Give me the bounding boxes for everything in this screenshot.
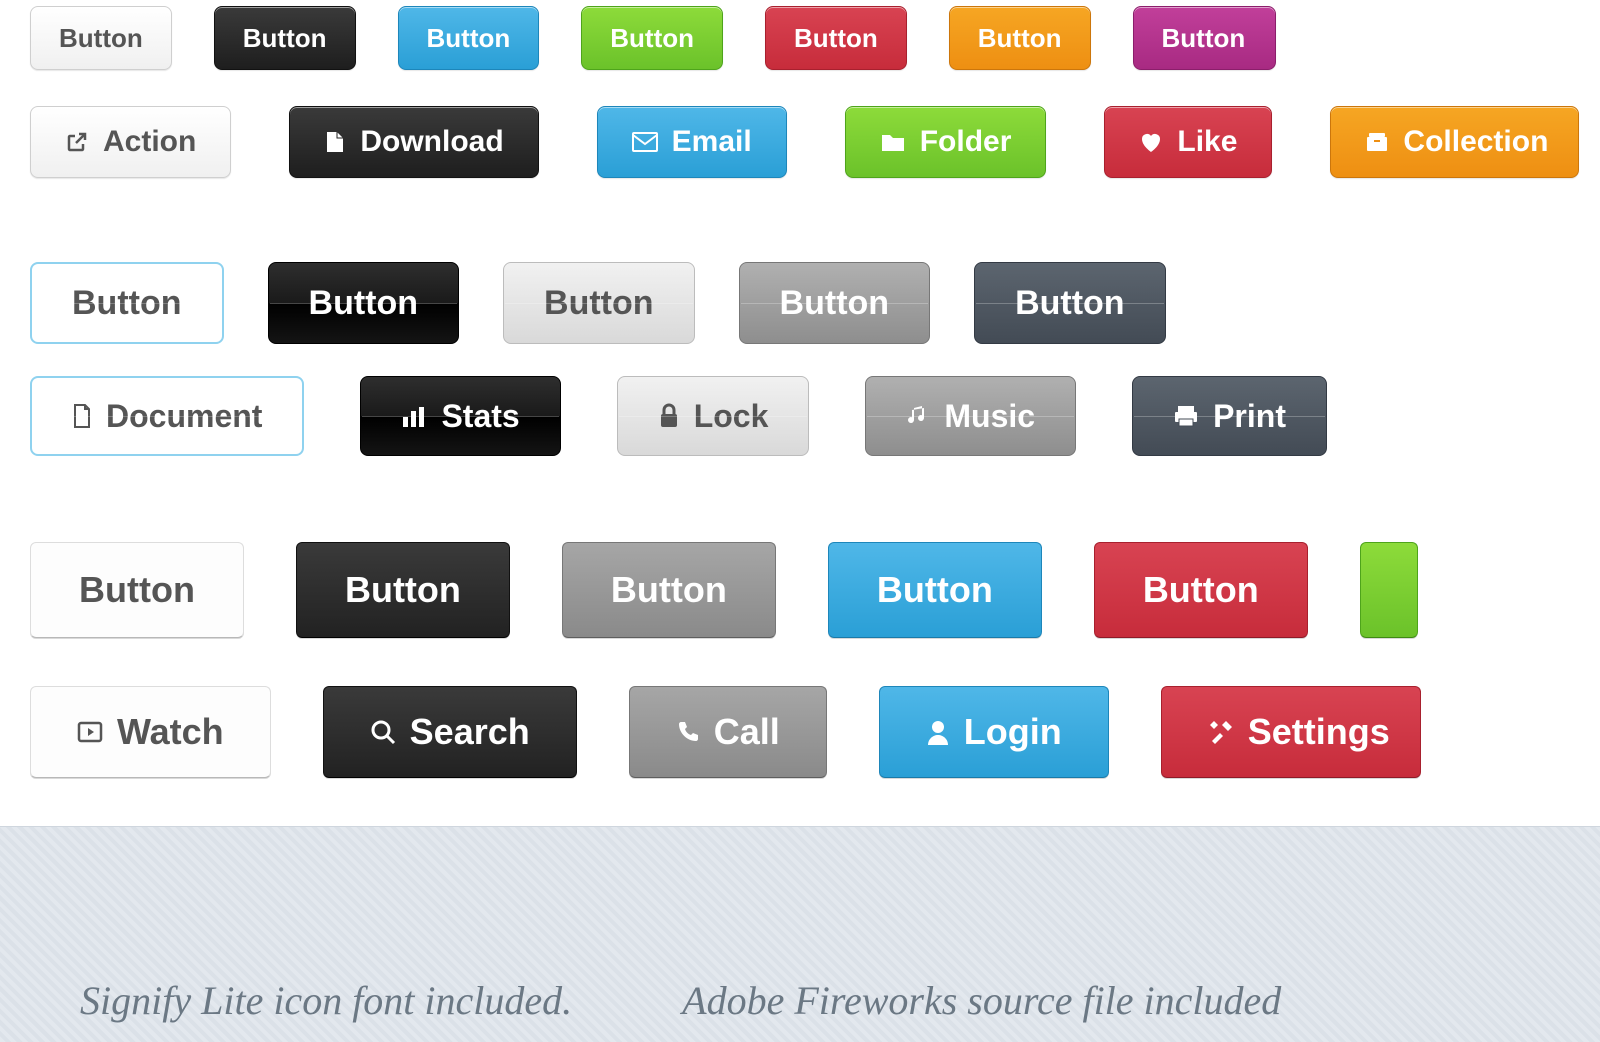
button-label: Email (672, 125, 752, 159)
shelf-blue[interactable]: Button (828, 542, 1042, 638)
watch-button[interactable]: Watch (30, 686, 271, 778)
row-shelf-icons: Watch Search Call Login Settings (30, 686, 1570, 778)
envelope-icon (632, 132, 658, 152)
row-glossy-icons: Document Stats Lock Music Print (30, 376, 1570, 456)
shelf-black[interactable]: Button (296, 542, 510, 638)
folder-button[interactable]: Folder (845, 106, 1047, 178)
button-label: Button (309, 284, 419, 323)
play-box-icon (77, 721, 103, 743)
button-label: Button (243, 23, 327, 54)
button-label: Document (106, 398, 262, 435)
button-outline[interactable]: Button (30, 262, 224, 344)
footer-text-left: Signify Lite icon font included. (80, 977, 572, 1042)
button-label: Button (79, 569, 195, 611)
external-link-icon (65, 130, 89, 154)
lock-button[interactable]: Lock (617, 376, 810, 456)
settings-button[interactable]: Settings (1161, 686, 1421, 778)
button-label: Button (1162, 23, 1246, 54)
shelf-white[interactable]: Button (30, 542, 244, 638)
login-button[interactable]: Login (879, 686, 1109, 778)
shelf-gray[interactable]: Button (562, 542, 776, 638)
search-button[interactable]: Search (323, 686, 577, 778)
document-icon (72, 403, 92, 429)
button-label: Button (1015, 284, 1125, 323)
button-label: Call (714, 711, 780, 753)
like-button[interactable]: Like (1104, 106, 1272, 178)
music-button[interactable]: Music (865, 376, 1076, 456)
button-label: Folder (920, 125, 1012, 159)
button-label: Print (1213, 398, 1286, 435)
button-label: Download (360, 125, 503, 159)
button-label: Lock (694, 398, 769, 435)
lock-icon (658, 403, 680, 429)
button-label: Button (1143, 569, 1259, 611)
call-button[interactable]: Call (629, 686, 827, 778)
button-label: Button (72, 284, 182, 323)
button-label: Stats (441, 398, 519, 435)
download-button[interactable]: Download (289, 106, 538, 178)
button-label: Like (1177, 125, 1237, 159)
phone-icon (676, 720, 700, 744)
button-label: Watch (117, 711, 224, 753)
button-blue[interactable]: Button (398, 6, 540, 70)
heart-icon (1139, 131, 1163, 153)
print-button[interactable]: Print (1132, 376, 1327, 456)
button-showcase: Button Button Button Button Button Butto… (0, 6, 1600, 778)
music-note-icon (906, 404, 930, 428)
email-button[interactable]: Email (597, 106, 787, 178)
footer-strip: Signify Lite icon font included. Adobe F… (0, 826, 1600, 1042)
button-label: Button (59, 23, 143, 54)
folder-icon (880, 131, 906, 153)
button-label: Button (345, 569, 461, 611)
button-black[interactable]: Button (214, 6, 356, 70)
collection-button[interactable]: Collection (1330, 106, 1579, 178)
search-icon (370, 719, 396, 745)
document-button[interactable]: Document (30, 376, 304, 456)
user-icon (926, 719, 950, 745)
tools-icon (1208, 719, 1234, 745)
button-gloss-black[interactable]: Button (268, 262, 460, 344)
button-silver[interactable]: Button (503, 262, 695, 344)
button-label: Action (103, 125, 196, 159)
button-label: Button (611, 569, 727, 611)
row-glossy-neutral: Button Button Button Button Button (30, 262, 1570, 344)
shelf-green[interactable] (1360, 542, 1418, 638)
button-red[interactable]: Button (765, 6, 907, 70)
shelf-red[interactable]: Button (1094, 542, 1308, 638)
button-label: Button (544, 284, 654, 323)
button-gray[interactable]: Button (739, 262, 931, 344)
button-label: Collection (1403, 125, 1548, 159)
button-orange[interactable]: Button (949, 6, 1091, 70)
button-label: Button (610, 23, 694, 54)
button-label: Search (410, 711, 530, 753)
file-icon (324, 130, 346, 154)
button-label: Music (944, 398, 1035, 435)
button-slate[interactable]: Button (974, 262, 1166, 344)
button-label: Button (877, 569, 993, 611)
button-magenta[interactable]: Button (1133, 6, 1277, 70)
row-icon-actions: Action Download Email Folder Like Collec… (30, 106, 1570, 178)
button-label: Button (794, 23, 878, 54)
button-label: Login (964, 711, 1062, 753)
bar-chart-icon (401, 405, 427, 427)
button-green[interactable]: Button (581, 6, 723, 70)
row-basic-colors: Button Button Button Button Button Butto… (30, 6, 1570, 70)
button-label: Button (427, 23, 511, 54)
button-label: Button (978, 23, 1062, 54)
button-white[interactable]: Button (30, 6, 172, 70)
box-icon (1365, 131, 1389, 153)
row-shelf-colors: Button Button Button Button Button (30, 542, 1570, 638)
action-button[interactable]: Action (30, 106, 231, 178)
printer-icon (1173, 404, 1199, 428)
footer-text-right: Adobe Fireworks source file included (682, 977, 1281, 1042)
button-label: Button (780, 284, 890, 323)
stats-button[interactable]: Stats (360, 376, 560, 456)
button-label: Settings (1248, 711, 1390, 753)
